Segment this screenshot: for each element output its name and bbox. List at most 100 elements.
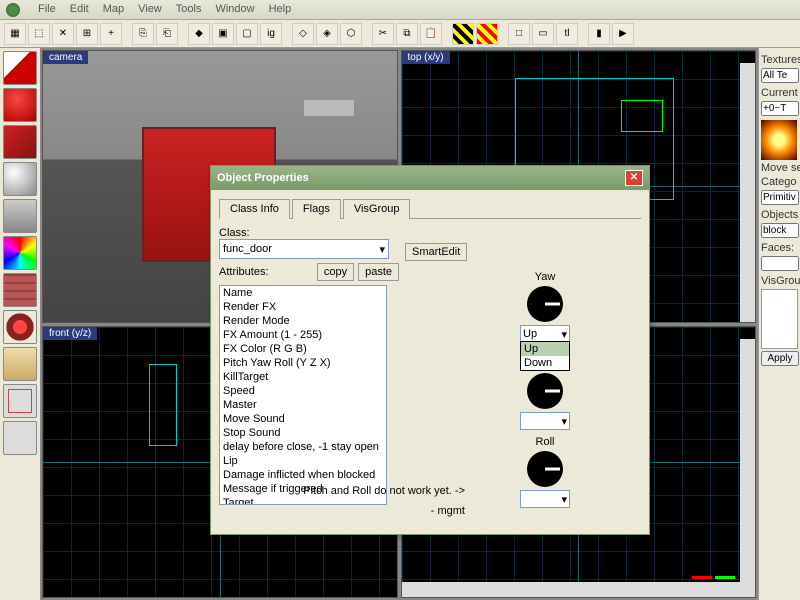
mgmt-note: - mgmt (375, 505, 465, 517)
hollow-icon[interactable]: ◇ (292, 23, 314, 45)
texture-preview[interactable] (761, 120, 797, 160)
menu-help[interactable]: Help (269, 3, 292, 16)
yaw-dial[interactable] (527, 286, 563, 322)
front-label: front (y/z) (43, 327, 97, 340)
menu-tools[interactable]: Tools (176, 3, 202, 16)
attribute-item[interactable]: Render Mode (220, 314, 386, 328)
smartedit-button[interactable]: SmartEdit (405, 243, 467, 261)
attribute-item[interactable]: Target (220, 496, 386, 505)
yaw-option-up[interactable]: Up (521, 342, 569, 356)
axis-gizmo (692, 576, 735, 579)
snap2-icon[interactable]: ⊞ (76, 23, 98, 45)
cut-icon[interactable]: ✂ (372, 23, 394, 45)
texture-icon[interactable]: ▮ (588, 23, 610, 45)
objects-label: Objects (761, 209, 798, 221)
pitch-dial[interactable] (527, 373, 563, 409)
vertex-tool-icon[interactable] (3, 310, 37, 344)
angle-section: Yaw Up ▾ Up Down ▾ Roll ▾ (465, 269, 625, 508)
clip-icon[interactable]: ◈ (316, 23, 338, 45)
tool-3d-icon[interactable]: ⬚ (28, 23, 50, 45)
path-tool-icon[interactable] (3, 347, 37, 381)
attribute-item[interactable]: FX Amount (1 - 255) (220, 328, 386, 342)
run-icon[interactable]: ▶ (612, 23, 634, 45)
apply-button[interactable]: Apply (761, 351, 799, 366)
ungroup-icon[interactable]: ▢ (236, 23, 258, 45)
visgroup-list[interactable] (761, 289, 798, 349)
entity-tool-icon[interactable] (3, 88, 37, 122)
copy2-icon[interactable]: ⧉ (396, 23, 418, 45)
paste2-icon[interactable]: 📋 (420, 23, 442, 45)
menu-file[interactable]: File (38, 3, 56, 16)
roll-select[interactable]: ▾ (520, 490, 570, 508)
clip-tool-icon[interactable] (3, 273, 37, 307)
tl-icon[interactable]: tl (556, 23, 578, 45)
snap-icon[interactable]: ✕ (52, 23, 74, 45)
selection-tool-icon[interactable] (3, 51, 37, 85)
chevron-down-icon: ▾ (561, 328, 567, 341)
menu-view[interactable]: View (138, 3, 162, 16)
vertex-icon[interactable]: ⬡ (340, 23, 362, 45)
roll-dial[interactable] (527, 451, 563, 487)
paste-button[interactable]: paste (358, 263, 399, 281)
menu-map[interactable]: Map (103, 3, 124, 16)
attributes-list[interactable]: NameRender FXRender ModeFX Amount (1 - 2… (219, 285, 387, 505)
select2-icon[interactable]: ▭ (532, 23, 554, 45)
morph-tool-icon[interactable] (3, 384, 37, 418)
tab-flags[interactable]: Flags (292, 199, 341, 219)
attribute-item[interactable]: Damage inflicted when blocked (220, 468, 386, 482)
grid-icon[interactable]: ▦ (4, 23, 26, 45)
attribute-item[interactable]: delay before close, -1 stay open (220, 440, 386, 454)
attribute-item[interactable]: Master (220, 398, 386, 412)
attribute-item[interactable]: FX Color (R G B) (220, 342, 386, 356)
group-icon[interactable]: ▣ (212, 23, 234, 45)
attribute-item[interactable]: Move Sound (220, 412, 386, 426)
yaw-dropdown-open[interactable]: Up Down (520, 341, 570, 371)
select-icon[interactable]: □ (508, 23, 530, 45)
attribute-item[interactable]: Name (220, 286, 386, 300)
close-icon[interactable]: ✕ (625, 170, 643, 186)
apply-texture-icon[interactable] (3, 199, 37, 233)
objects-select[interactable] (761, 223, 799, 238)
scrollbar-v[interactable] (740, 63, 755, 322)
attribute-item[interactable]: Render FX (220, 300, 386, 314)
attribute-item[interactable]: KillTarget (220, 370, 386, 384)
current-texture-field[interactable] (761, 101, 799, 116)
dialog-titlebar[interactable]: Object Properties ✕ (211, 166, 649, 190)
faces-label: Faces: (761, 242, 798, 254)
yaw-option-down[interactable]: Down (521, 356, 569, 370)
add-icon[interactable]: + (100, 23, 122, 45)
attribute-item[interactable]: Stop Sound (220, 426, 386, 440)
carve-icon[interactable]: ◆ (188, 23, 210, 45)
copy-button[interactable]: copy (317, 263, 354, 281)
scrollbar-v[interactable] (740, 339, 755, 598)
pitch-note: Pitch and Roll do not work yet. -> (295, 485, 465, 497)
top-label: top (x/y) (402, 51, 450, 64)
yaw-label: Yaw (465, 271, 625, 283)
decal-tool-icon[interactable] (3, 236, 37, 270)
class-select[interactable]: func_door ▾ (219, 239, 389, 259)
menu-window[interactable]: Window (215, 3, 254, 16)
texture-tool-icon[interactable] (3, 162, 37, 196)
faces-field[interactable] (761, 256, 799, 271)
dialog-body: Class Info Flags VisGroup Class: func_do… (211, 190, 649, 513)
overlay-tool-icon[interactable] (3, 421, 37, 455)
scrollbar-h[interactable] (402, 582, 741, 597)
attribute-item[interactable]: Pitch Yaw Roll (Y Z X) (220, 356, 386, 370)
attribute-item[interactable]: Lip (220, 454, 386, 468)
block-tool-icon[interactable] (3, 125, 37, 159)
hazard-icon[interactable] (452, 23, 474, 45)
tool-palette (0, 48, 40, 600)
textures-select[interactable] (761, 68, 799, 83)
hazard2-icon[interactable] (476, 23, 498, 45)
category-select[interactable] (761, 190, 799, 205)
copy-icon[interactable]: ⎘ (132, 23, 154, 45)
attribute-item[interactable]: Speed (220, 384, 386, 398)
paste-icon[interactable]: ⎗ (156, 23, 178, 45)
pitch-select[interactable]: ▾ (520, 412, 570, 430)
tab-visgroup[interactable]: VisGroup (343, 199, 411, 219)
tab-class-info[interactable]: Class Info (219, 199, 290, 219)
right-panel: Textures Current Move selecte Catego Obj… (758, 48, 800, 600)
toolbar: ▦ ⬚ ✕ ⊞ + ⎘ ⎗ ◆ ▣ ▢ ig ◇ ◈ ⬡ ✂ ⧉ 📋 □ ▭ t… (0, 20, 800, 48)
ig-icon[interactable]: ig (260, 23, 282, 45)
menu-edit[interactable]: Edit (70, 3, 89, 16)
